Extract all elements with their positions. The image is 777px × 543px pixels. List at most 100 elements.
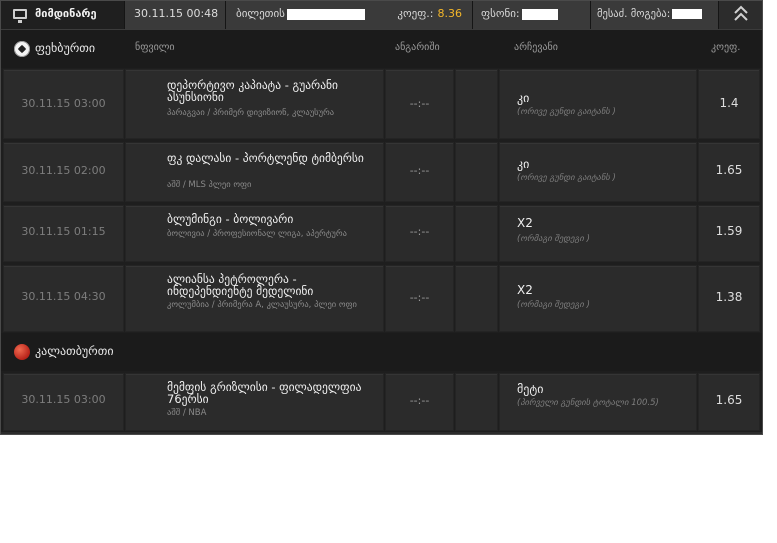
row-score-cell: --:-- [385,205,454,262]
pick-name: კი [517,91,530,105]
pick-name: მეტი [517,382,544,396]
match-time: 30.11.15 01:15 [21,225,106,238]
total-coef: კოეფ.: 8.36 [397,1,462,27]
pick-odd: 1.65 [715,163,743,177]
pick-name: X2 [517,283,533,297]
bet-row[interactable]: 30.11.15 02:00 ფკ დალასი - პორტლენდ ტიმბ… [3,142,760,202]
row-pick-cell: X2 (ორმაგი შედეგი ) [499,205,697,262]
redacted-ticket-number [286,8,365,20]
pick-market: (ორივე გუნდი გაიტანს ) [517,173,616,183]
match-score: --:-- [409,291,430,304]
pick-odd: 1.38 [715,290,743,304]
match-name: ალიანსა პეტროლერა - ინდეპენდიენტე მედელი… [167,272,314,298]
row-time-cell: 30.11.15 04:30 [3,265,124,332]
section-header-football: ფეხბურთი ნფვილი ანგარიში არჩევანი კოეფ. [1,30,762,68]
column-header-event: ნფვილი [135,42,175,53]
possible-win-label: მესაძ. მოგება: [597,8,671,20]
row-score-cell: --:-- [385,69,454,139]
match-time: 30.11.15 03:00 [21,393,106,406]
stake-label: ფსონი: [481,7,520,20]
row-spacer-cell [455,69,498,139]
column-header-score: ანგარიში [395,42,440,53]
basketball-icon [14,344,30,360]
row-odd-cell: 1.4 [698,69,760,139]
column-header-pick: არჩევანი [514,42,558,53]
row-score-cell: --:-- [385,373,454,431]
row-pick-cell: კი (ორივე გუნდი გაიტანს ) [499,69,697,139]
row-event-cell: დეპორტივო კაპიატა - გუარანი ასუნსიონი პა… [125,69,384,139]
panel-bottom-edge [1,432,762,434]
ticket-label: ბილეთის [236,7,285,20]
pick-odd: 1.59 [715,224,743,238]
row-spacer-cell [455,205,498,262]
row-time-cell: 30.11.15 01:15 [3,205,124,262]
row-odd-cell: 1.59 [698,205,760,262]
league-name: პარაგვაი / პრიმერ დივიზიონ, კლაუსურა [167,108,335,118]
row-time-cell: 30.11.15 03:00 [3,373,124,431]
row-event-cell: მემფის გრიზლისი - ფილადელფია 76ერსი აშშ … [125,373,384,431]
match-score: --:-- [409,164,430,177]
column-header-coef: კოეფ. [711,42,741,53]
match-name: ფკ დალასი - პორტლენდ ტიმბერსი [167,151,364,165]
row-odd-cell: 1.38 [698,265,760,332]
redacted-stake [521,8,558,20]
row-spacer-cell [455,265,498,332]
bet-slip-panel: მიმდინარე 30.11.15 00:48 ბილეთის კოეფ.: 8… [0,0,763,435]
row-pick-cell: კი (ორივე გუნდი გაიტანს ) [499,142,697,202]
pick-odd: 1.65 [715,393,743,407]
row-spacer-cell [455,373,498,431]
ticket-info: ბილეთის კოეფ.: 8.36 [226,1,473,29]
row-time-cell: 30.11.15 02:00 [3,142,124,202]
row-score-cell: --:-- [385,265,454,332]
match-score: --:-- [409,97,430,110]
pick-name: კი [517,157,530,171]
pick-market: (ორმაგი შედეგი ) [517,300,590,310]
stake-info: ფსონი: [473,1,591,29]
possible-win-info: მესაძ. მოგება: [591,1,719,29]
league-name: აშშ / NBA [167,408,207,418]
row-event-cell: ფკ დალასი - პორტლენდ ტიმბერსი აშშ / MLS … [125,142,384,202]
row-spacer-cell [455,142,498,202]
row-event-cell: ბლუმინგი - ბოლივარი ბოლივია / პროფესიონა… [125,205,384,262]
match-time: 30.11.15 02:00 [21,164,106,177]
coef-label: კოეფ.: [397,7,434,20]
double-chevron-up-icon [733,5,748,21]
pick-market: (ორივე გუნდი გაიტანს ) [517,107,616,117]
bet-slip-topbar: მიმდინარე 30.11.15 00:48 ბილეთის კოეფ.: 8… [1,1,762,30]
match-score: --:-- [409,225,430,238]
row-pick-cell: მეტი (პირველი გუნდის ტოტალი 100.5) [499,373,697,431]
match-name: მემფის გრიზლისი - ფილადელფია 76ერსი [167,380,362,406]
row-time-cell: 30.11.15 03:00 [3,69,124,139]
current-tab[interactable]: მიმდინარე [1,1,125,29]
pick-name: X2 [517,216,533,230]
redacted-win [672,9,703,19]
row-odd-cell: 1.65 [698,373,760,431]
row-pick-cell: X2 (ორმაგი შედეგი ) [499,265,697,332]
bet-row[interactable]: 30.11.15 01:15 ბლუმინგი - ბოლივარი ბოლივ… [3,205,760,262]
row-score-cell: --:-- [385,142,454,202]
row-odd-cell: 1.65 [698,142,760,202]
current-tab-label: მიმდინარე [35,7,97,20]
collapse-button[interactable] [719,1,762,29]
section-title: კალათბურთი [35,344,114,358]
monitor-icon [13,9,27,23]
bet-row[interactable]: 30.11.15 04:30 ალიანსა პეტროლერა - ინდეპ… [3,265,760,332]
match-time: 30.11.15 03:00 [21,97,106,110]
section-header-basketball: კალათბურთი [1,333,762,371]
pick-market: (ორმაგი შედეგი ) [517,234,590,244]
match-name: დეპორტივო კაპიატა - გუარანი ასუნსიონი [167,78,338,104]
match-score: --:-- [409,394,430,407]
match-name: ბლუმინგი - ბოლივარი [167,212,294,226]
section-title: ფეხბურთი [35,41,96,55]
coef-value: 8.36 [437,7,463,20]
league-name: ბოლივია / პროფესიონალ ლიგა, აპერტურა [167,229,347,239]
league-name: კოლუმბია / პრიმერა A, კლაუსურა, პლეი ოფი [167,300,357,310]
pick-odd: 1.4 [719,96,739,110]
row-event-cell: ალიანსა პეტროლერა - ინდეპენდიენტე მედელი… [125,265,384,332]
pick-market: (პირველი გუნდის ტოტალი 100.5) [517,398,659,408]
match-time: 30.11.15 04:30 [21,290,106,303]
bet-row[interactable]: 30.11.15 03:00 დეპორტივო კაპიატა - გუარა… [3,69,760,139]
bet-row[interactable]: 30.11.15 03:00 მემფის გრიზლისი - ფილადელ… [3,373,760,431]
league-name: აშშ / MLS პლეი ოფი [167,180,252,190]
soccer-ball-icon [14,41,30,57]
